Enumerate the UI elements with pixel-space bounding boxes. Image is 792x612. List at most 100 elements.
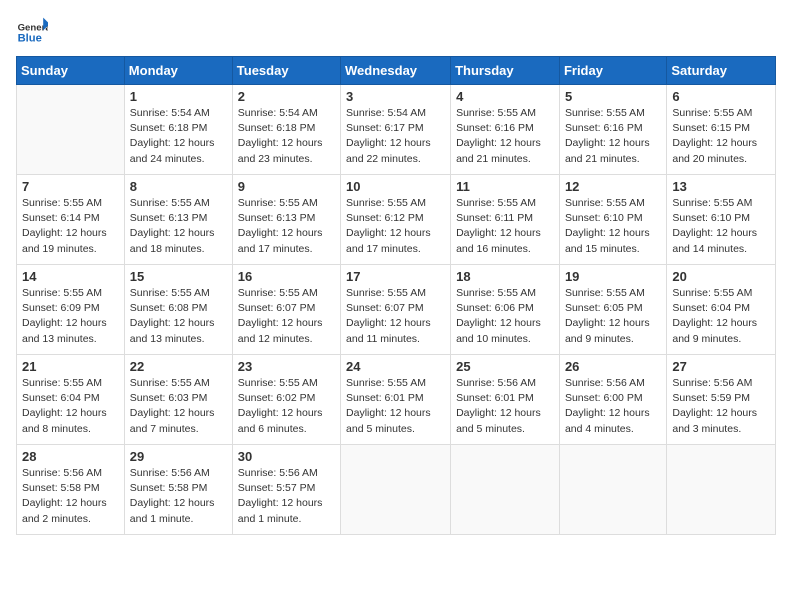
calendar-cell	[17, 85, 125, 175]
day-number: 3	[346, 89, 445, 104]
day-number: 30	[238, 449, 335, 464]
day-detail: Sunrise: 5:55 AM Sunset: 6:12 PM Dayligh…	[346, 196, 445, 257]
calendar-cell: 27 Sunrise: 5:56 AM Sunset: 5:59 PM Dayli…	[667, 355, 776, 445]
col-header-monday: Monday	[124, 57, 232, 85]
day-detail: Sunrise: 5:55 AM Sunset: 6:09 PM Dayligh…	[22, 286, 119, 347]
day-number: 18	[456, 269, 554, 284]
calendar-cell: 10 Sunrise: 5:55 AM Sunset: 6:12 PM Dayli…	[341, 175, 451, 265]
day-detail: Sunrise: 5:55 AM Sunset: 6:08 PM Dayligh…	[130, 286, 227, 347]
calendar-cell: 8Sunrise: 5:55 AM Sunset: 6:13 PM Daylig…	[124, 175, 232, 265]
calendar-table: SundayMondayTuesdayWednesdayThursdayFrid…	[16, 56, 776, 535]
week-row-1: 1 Sunrise: 5:54 AM Sunset: 6:18 PM Daylig…	[17, 85, 776, 175]
day-detail: Sunrise: 5:56 AM Sunset: 5:59 PM Dayligh…	[672, 376, 770, 437]
page-header: GeneralBlue	[16, 16, 776, 48]
day-number: 17	[346, 269, 445, 284]
calendar-cell: 20Sunrise: 5:55 AM Sunset: 6:04 PM Dayli…	[667, 265, 776, 355]
day-number: 9	[238, 179, 335, 194]
day-number: 26	[565, 359, 661, 374]
week-row-3: 14 Sunrise: 5:55 AM Sunset: 6:09 PM Dayli…	[17, 265, 776, 355]
calendar-cell: 24 Sunrise: 5:55 AM Sunset: 6:01 PM Dayli…	[341, 355, 451, 445]
day-number: 28	[22, 449, 119, 464]
day-detail: Sunrise: 5:55 AM Sunset: 6:02 PM Dayligh…	[238, 376, 335, 437]
day-number: 25	[456, 359, 554, 374]
day-detail: Sunrise: 5:55 AM Sunset: 6:05 PM Dayligh…	[565, 286, 661, 347]
day-detail: Sunrise: 5:54 AM Sunset: 6:18 PM Dayligh…	[238, 106, 335, 167]
week-row-2: 7 Sunrise: 5:55 AM Sunset: 6:14 PM Daylig…	[17, 175, 776, 265]
calendar-cell: 25 Sunrise: 5:56 AM Sunset: 6:01 PM Dayli…	[451, 355, 560, 445]
calendar-cell	[451, 445, 560, 535]
day-detail: Sunrise: 5:56 AM Sunset: 6:00 PM Dayligh…	[565, 376, 661, 437]
day-detail: Sunrise: 5:55 AM Sunset: 6:11 PM Dayligh…	[456, 196, 554, 257]
day-number: 13	[672, 179, 770, 194]
day-number: 19	[565, 269, 661, 284]
calendar-cell: 19 Sunrise: 5:55 AM Sunset: 6:05 PM Dayli…	[559, 265, 666, 355]
calendar-header-row: SundayMondayTuesdayWednesdayThursdayFrid…	[17, 57, 776, 85]
day-detail: Sunrise: 5:55 AM Sunset: 6:13 PM Dayligh…	[238, 196, 335, 257]
day-number: 14	[22, 269, 119, 284]
week-row-5: 28 Sunrise: 5:56 AM Sunset: 5:58 PM Dayli…	[17, 445, 776, 535]
calendar-cell: 6 Sunrise: 5:55 AM Sunset: 6:15 PM Daylig…	[667, 85, 776, 175]
calendar-cell: 11 Sunrise: 5:55 AM Sunset: 6:11 PM Dayli…	[451, 175, 560, 265]
day-number: 7	[22, 179, 119, 194]
calendar-cell: 15 Sunrise: 5:55 AM Sunset: 6:08 PM Dayli…	[124, 265, 232, 355]
day-number: 12	[565, 179, 661, 194]
day-number: 11	[456, 179, 554, 194]
day-detail: Sunrise: 5:55 AM Sunset: 6:10 PM Dayligh…	[565, 196, 661, 257]
day-number: 24	[346, 359, 445, 374]
calendar-cell: 17 Sunrise: 5:55 AM Sunset: 6:07 PM Dayli…	[341, 265, 451, 355]
calendar-cell: 13 Sunrise: 5:55 AM Sunset: 6:10 PM Dayli…	[667, 175, 776, 265]
col-header-saturday: Saturday	[667, 57, 776, 85]
calendar-cell	[559, 445, 666, 535]
day-number: 6	[672, 89, 770, 104]
day-detail: Sunrise: 5:55 AM Sunset: 6:16 PM Dayligh…	[456, 106, 554, 167]
day-number: 27	[672, 359, 770, 374]
svg-text:Blue: Blue	[18, 33, 42, 45]
day-detail: Sunrise: 5:54 AM Sunset: 6:18 PM Dayligh…	[130, 106, 227, 167]
day-detail: Sunrise: 5:55 AM Sunset: 6:04 PM Dayligh…	[22, 376, 119, 437]
day-detail: Sunrise: 5:55 AM Sunset: 6:04 PM Dayligh…	[672, 286, 770, 347]
calendar-cell: 4 Sunrise: 5:55 AM Sunset: 6:16 PM Daylig…	[451, 85, 560, 175]
day-detail: Sunrise: 5:55 AM Sunset: 6:07 PM Dayligh…	[346, 286, 445, 347]
calendar-cell: 7 Sunrise: 5:55 AM Sunset: 6:14 PM Daylig…	[17, 175, 125, 265]
calendar-cell: 28 Sunrise: 5:56 AM Sunset: 5:58 PM Dayli…	[17, 445, 125, 535]
day-number: 2	[238, 89, 335, 104]
calendar-cell: 9 Sunrise: 5:55 AM Sunset: 6:13 PM Daylig…	[232, 175, 340, 265]
logo-icon: GeneralBlue	[16, 16, 48, 48]
day-number: 15	[130, 269, 227, 284]
day-number: 29	[130, 449, 227, 464]
calendar-cell: 26 Sunrise: 5:56 AM Sunset: 6:00 PM Dayli…	[559, 355, 666, 445]
day-detail: Sunrise: 5:56 AM Sunset: 5:58 PM Dayligh…	[22, 466, 119, 527]
calendar-cell: 23 Sunrise: 5:55 AM Sunset: 6:02 PM Dayli…	[232, 355, 340, 445]
day-number: 5	[565, 89, 661, 104]
calendar-cell: 1 Sunrise: 5:54 AM Sunset: 6:18 PM Daylig…	[124, 85, 232, 175]
day-detail: Sunrise: 5:56 AM Sunset: 5:57 PM Dayligh…	[238, 466, 335, 527]
col-header-tuesday: Tuesday	[232, 57, 340, 85]
day-number: 22	[130, 359, 227, 374]
calendar-cell: 14 Sunrise: 5:55 AM Sunset: 6:09 PM Dayli…	[17, 265, 125, 355]
col-header-sunday: Sunday	[17, 57, 125, 85]
day-number: 4	[456, 89, 554, 104]
day-detail: Sunrise: 5:56 AM Sunset: 5:58 PM Dayligh…	[130, 466, 227, 527]
day-detail: Sunrise: 5:55 AM Sunset: 6:03 PM Dayligh…	[130, 376, 227, 437]
day-detail: Sunrise: 5:55 AM Sunset: 6:07 PM Dayligh…	[238, 286, 335, 347]
calendar-cell: 29 Sunrise: 5:56 AM Sunset: 5:58 PM Dayli…	[124, 445, 232, 535]
day-detail: Sunrise: 5:55 AM Sunset: 6:15 PM Dayligh…	[672, 106, 770, 167]
calendar-cell	[341, 445, 451, 535]
calendar-cell: 3 Sunrise: 5:54 AM Sunset: 6:17 PM Daylig…	[341, 85, 451, 175]
calendar-cell: 5 Sunrise: 5:55 AM Sunset: 6:16 PM Daylig…	[559, 85, 666, 175]
day-detail: Sunrise: 5:55 AM Sunset: 6:16 PM Dayligh…	[565, 106, 661, 167]
calendar-cell: 16Sunrise: 5:55 AM Sunset: 6:07 PM Dayli…	[232, 265, 340, 355]
day-number: 10	[346, 179, 445, 194]
calendar-cell: 22 Sunrise: 5:55 AM Sunset: 6:03 PM Dayli…	[124, 355, 232, 445]
day-detail: Sunrise: 5:55 AM Sunset: 6:14 PM Dayligh…	[22, 196, 119, 257]
day-detail: Sunrise: 5:56 AM Sunset: 6:01 PM Dayligh…	[456, 376, 554, 437]
day-detail: Sunrise: 5:55 AM Sunset: 6:06 PM Dayligh…	[456, 286, 554, 347]
calendar-cell: 2 Sunrise: 5:54 AM Sunset: 6:18 PM Daylig…	[232, 85, 340, 175]
day-detail: Sunrise: 5:55 AM Sunset: 6:01 PM Dayligh…	[346, 376, 445, 437]
day-detail: Sunrise: 5:55 AM Sunset: 6:10 PM Dayligh…	[672, 196, 770, 257]
col-header-friday: Friday	[559, 57, 666, 85]
day-number: 23	[238, 359, 335, 374]
calendar-cell: 12 Sunrise: 5:55 AM Sunset: 6:10 PM Dayli…	[559, 175, 666, 265]
day-number: 1	[130, 89, 227, 104]
day-detail: Sunrise: 5:54 AM Sunset: 6:17 PM Dayligh…	[346, 106, 445, 167]
